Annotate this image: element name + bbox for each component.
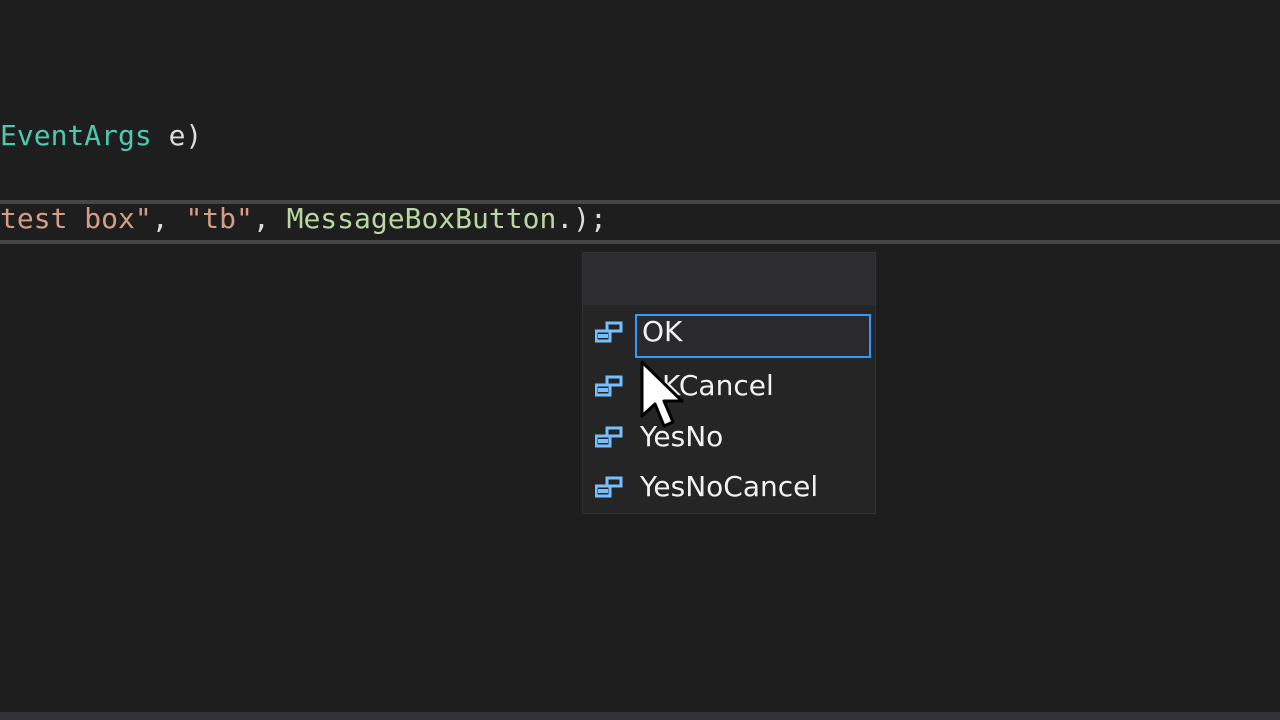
code-text: .); bbox=[556, 202, 607, 235]
completion-item-okcancel[interactable]: OKCancel bbox=[583, 362, 875, 410]
enum-member-icon bbox=[595, 476, 623, 498]
code-line-method-signature[interactable]: EventArgs e) bbox=[0, 118, 202, 154]
intellisense-completion-list[interactable]: OK OKCancel YesNo YesNoCancel bbox=[582, 252, 876, 514]
code-text: , bbox=[151, 202, 186, 235]
string-token: "tb" bbox=[185, 202, 253, 235]
completion-item-yesno[interactable]: YesNo bbox=[583, 413, 875, 461]
completion-item-label: YesNoCancel bbox=[640, 470, 819, 503]
completion-item-ok[interactable]: OK bbox=[583, 308, 875, 358]
enum-member-icon bbox=[595, 426, 623, 448]
enum-member-icon bbox=[595, 321, 623, 343]
code-line-messagebox-call[interactable]: test box", "tb", MessageBoxButton.); bbox=[0, 201, 607, 237]
string-token: test box" bbox=[0, 202, 152, 235]
enum-member-icon bbox=[595, 375, 623, 397]
type-token-eventargs: EventArgs bbox=[0, 119, 152, 152]
horizontal-scrollbar[interactable] bbox=[0, 712, 1280, 720]
code-editor[interactable]: EventArgs e) test box", "tb", MessageBox… bbox=[0, 0, 1280, 720]
completion-item-yesnocancel[interactable]: YesNoCancel bbox=[583, 463, 875, 511]
completion-item-label: OK bbox=[642, 315, 683, 348]
class-token-messageboxbutton: MessageBoxButton bbox=[286, 202, 557, 235]
completion-list-header bbox=[583, 253, 875, 305]
code-text: e) bbox=[151, 119, 203, 152]
code-text: , bbox=[252, 202, 287, 235]
mouse-pointer-icon bbox=[640, 360, 684, 428]
